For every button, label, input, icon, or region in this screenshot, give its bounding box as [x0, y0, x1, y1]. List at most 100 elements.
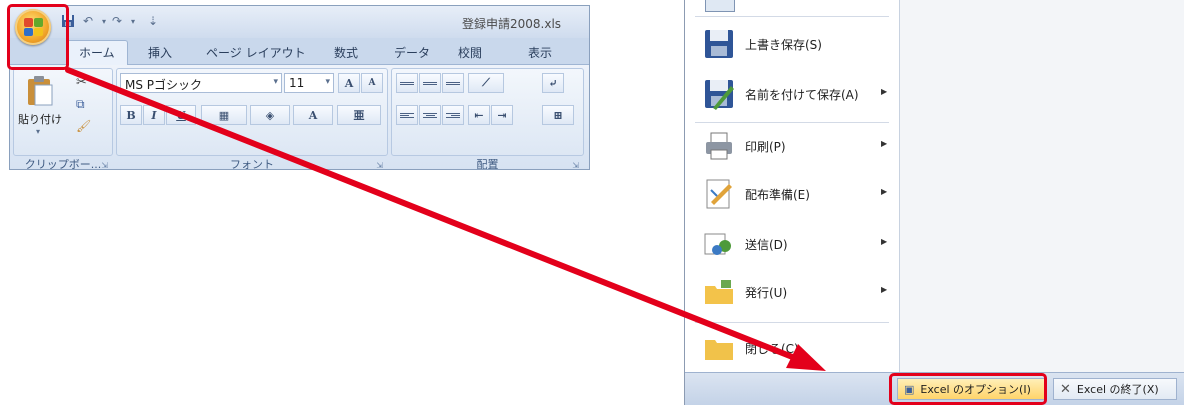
clipboard-group-label: クリップボー... [24, 158, 102, 170]
tab-view[interactable]: 表示 [528, 44, 552, 61]
phonetic-icon: 亜 [353, 109, 365, 122]
menu-separator [695, 322, 889, 323]
clipboard-group: 貼り付け ▾ ✂ ⧉ 🖌 クリップボー... ⇲ [13, 68, 113, 169]
undo-icon[interactable]: ↶ [80, 13, 96, 29]
menu-item-close[interactable]: 閉じる(C) [685, 326, 899, 370]
menu-item-save[interactable]: 上書き保存(S) [685, 22, 899, 66]
menu-item-send[interactable]: 送信(D) ▶ [685, 222, 899, 266]
submenu-arrow-icon: ▶ [881, 87, 888, 96]
bold-button[interactable]: B [120, 105, 142, 125]
orientation-button[interactable]: ⟋ [468, 73, 504, 93]
font-name-field[interactable]: MS Pゴシック ▾ [120, 73, 282, 93]
align-left-icon [400, 112, 414, 119]
redo-icon[interactable]: ↷ [109, 13, 125, 29]
alignment-group: ⟋ ⤶ ⇤ ⇥ ⊞ 配置 ⇲ [391, 68, 584, 169]
menu-item-print[interactable]: 印刷(P) ▶ [685, 124, 899, 168]
paste-icon [28, 76, 53, 106]
tab-page-layout[interactable]: ページ レイアウト [206, 44, 306, 61]
cut-icon[interactable]: ✂ [76, 75, 87, 90]
tab-data[interactable]: データ [394, 44, 430, 61]
decrease-indent-button[interactable]: ⇤ [468, 105, 490, 125]
orientation-icon: ⟋ [482, 76, 490, 89]
format-painter-icon[interactable]: 🖌 [76, 119, 91, 133]
align-bottom-icon [446, 81, 460, 86]
submenu-arrow-icon: ▶ [881, 139, 888, 148]
decrease-indent-icon: ⇤ [474, 108, 484, 122]
customize-qat-icon[interactable]: ⇣ [145, 13, 161, 29]
save-as-icon [705, 80, 734, 110]
close-folder-icon [705, 340, 733, 360]
ribbon-tabs: ホーム 挿入 ページ レイアウト 数式 データ 校閲 表示 [10, 38, 589, 67]
dialog-launcher-icon[interactable]: ⇲ [572, 161, 579, 169]
excel-options-highlight [889, 373, 1047, 405]
grow-font-button[interactable]: A [338, 73, 360, 93]
increase-indent-button[interactable]: ⇥ [491, 105, 513, 125]
menu-item-publish[interactable]: 発行(U) ▶ [685, 270, 899, 314]
underline-button[interactable]: U [166, 105, 196, 125]
exit-excel-label: Excel の終了(X) [1076, 383, 1159, 396]
font-name-value: MS Pゴシック [125, 78, 203, 92]
wrap-text-icon: ⤶ [548, 76, 558, 90]
dialog-launcher-icon[interactable]: ⇲ [376, 161, 383, 169]
send-icon [704, 233, 731, 255]
font-size-field[interactable]: 11 ▾ [284, 73, 334, 93]
submenu-arrow-icon: ▶ [881, 285, 888, 294]
exit-excel-button[interactable]: ✕ Excel の終了(X) [1053, 378, 1177, 400]
alignment-group-label: 配置 [476, 158, 499, 170]
tab-formulas[interactable]: 数式 [334, 44, 358, 61]
menu-item-prepare[interactable]: 配布準備(E) ▶ [685, 172, 899, 216]
publish-icon [705, 280, 733, 304]
menu-separator [695, 16, 889, 17]
fill-color-button[interactable]: ◈ [250, 105, 290, 125]
align-bottom-button[interactable] [442, 73, 464, 93]
align-middle-button[interactable] [419, 73, 441, 93]
chevron-down-icon: ▾ [325, 77, 330, 87]
window-title: 登録申請2008.xls [462, 17, 562, 31]
print-icon [706, 132, 732, 160]
chevron-down-icon[interactable]: ▾ [125, 13, 141, 29]
align-top-button[interactable] [396, 73, 418, 93]
prepare-icon [706, 179, 732, 209]
align-center-icon [423, 112, 437, 119]
merge-center-icon: ⊞ [553, 108, 563, 122]
tab-review[interactable]: 校閲 [458, 44, 482, 61]
tab-home[interactable]: ホーム [66, 40, 128, 67]
font-group: MS Pゴシック ▾ 11 ▾ A A B I U ▦ ◈ A 亜 フォント ⇲ [116, 68, 388, 169]
menu-item-save-as[interactable]: 名前を付けて保存(A) ▶ [685, 72, 899, 116]
shrink-font-button[interactable]: A [361, 73, 383, 93]
merge-center-button[interactable]: ⊞ [542, 105, 574, 125]
new-item-icon [705, 0, 735, 12]
align-left-button[interactable] [396, 105, 418, 125]
paste-label: 貼り付け [18, 113, 62, 126]
menu-item-label: 上書き保存(S) [745, 38, 822, 52]
borders-icon: ▦ [218, 108, 230, 122]
menu-item-label: 印刷(P) [745, 140, 786, 154]
submenu-arrow-icon: ▶ [881, 187, 888, 196]
borders-button[interactable]: ▦ [201, 105, 247, 125]
italic-button[interactable]: I [143, 105, 165, 125]
paste-button[interactable]: 貼り付け ▾ [18, 73, 62, 143]
font-group-label: フォント [230, 158, 274, 170]
font-size-value: 11 [289, 76, 305, 90]
copy-icon[interactable]: ⧉ [76, 97, 85, 112]
office-button-highlight [7, 4, 69, 70]
align-center-button[interactable] [419, 105, 441, 125]
increase-indent-icon: ⇥ [497, 108, 507, 122]
dialog-launcher-icon[interactable]: ⇲ [101, 161, 108, 169]
menu-item-label: 送信(D) [745, 238, 788, 252]
menu-item-label: 発行(U) [745, 286, 788, 300]
title-bar: ↶ ▾ ↷ ▾ ⇣ 登録申請2008.xls [10, 6, 589, 38]
align-right-button[interactable] [442, 105, 464, 125]
chevron-down-icon: ▾ [273, 77, 278, 87]
close-icon: ✕ [1060, 381, 1071, 397]
wrap-text-button[interactable]: ⤶ [542, 73, 564, 93]
align-middle-icon [423, 81, 437, 86]
tab-insert[interactable]: 挿入 [148, 44, 172, 61]
phonetic-button[interactable]: 亜 [337, 105, 381, 125]
submenu-arrow-icon: ▶ [881, 237, 888, 246]
align-top-icon [400, 81, 414, 86]
font-color-button[interactable]: A [293, 105, 333, 125]
fill-color-icon: ◈ [265, 108, 275, 122]
office-menu-commands: 上書き保存(S) 名前を付けて保存(A) ▶ 印刷(P) ▶ 配布準備(E) ▶… [685, 0, 900, 372]
align-right-icon [446, 112, 460, 119]
